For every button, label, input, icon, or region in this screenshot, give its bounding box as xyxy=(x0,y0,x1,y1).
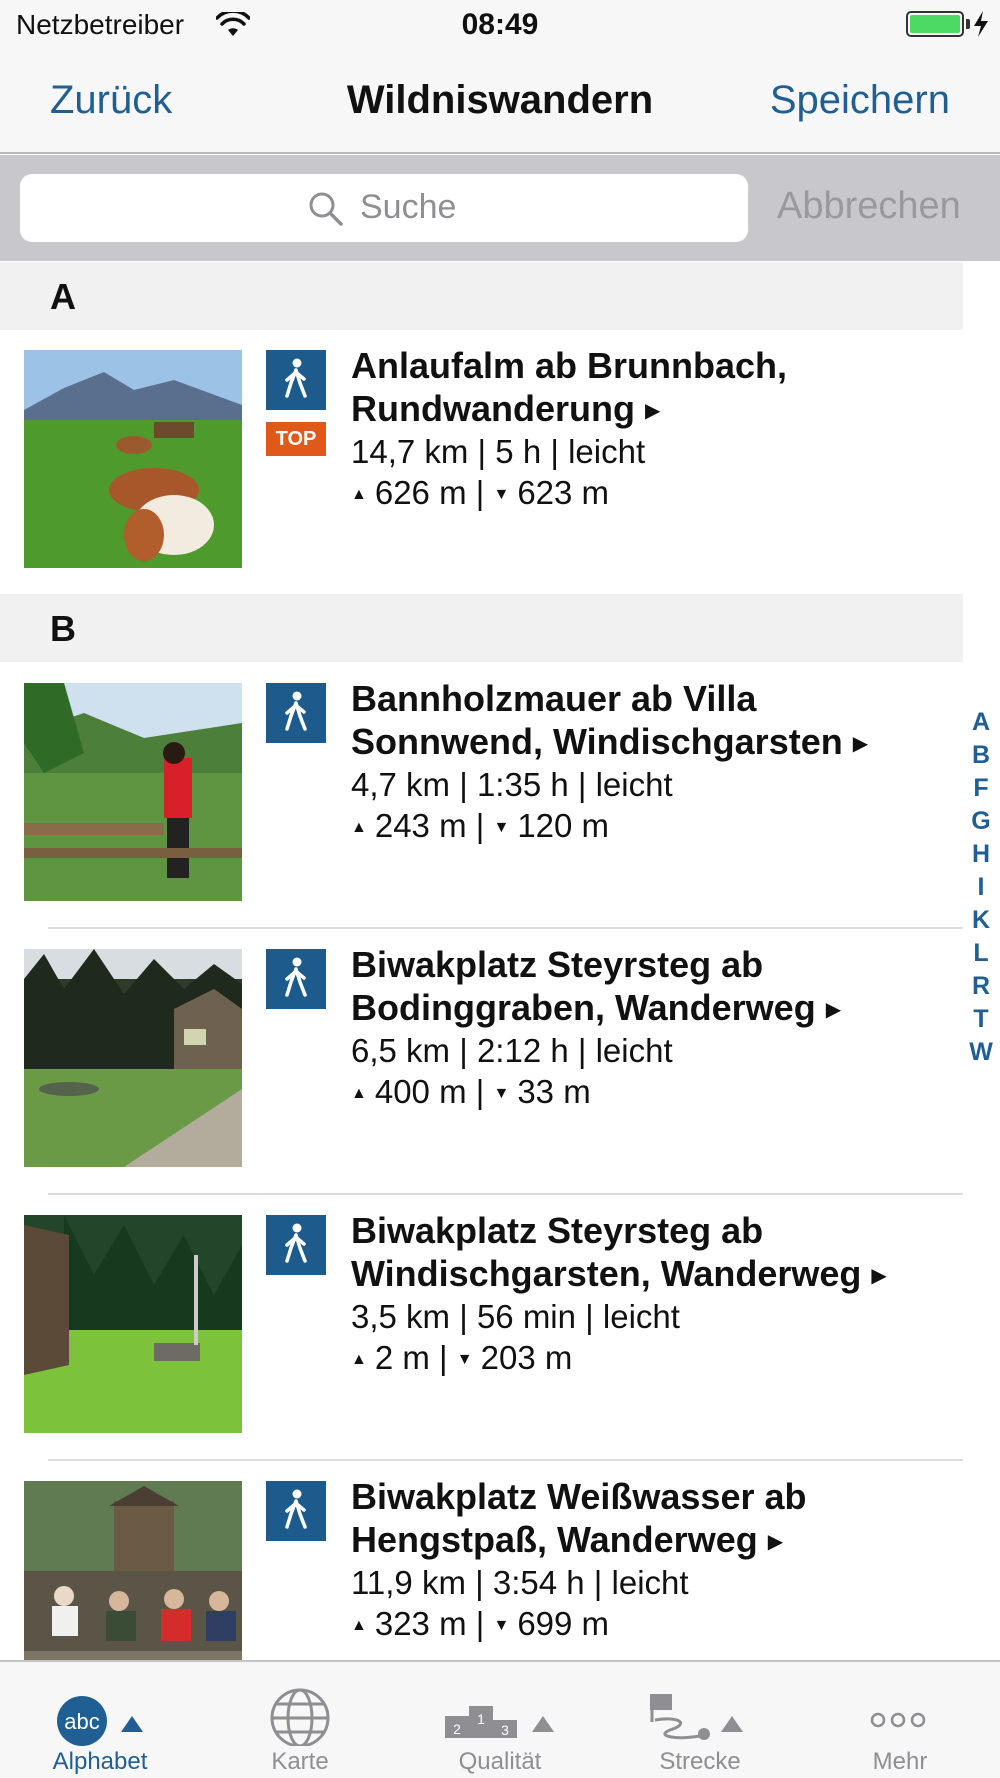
route-photo xyxy=(24,683,242,901)
svg-text:3: 3 xyxy=(501,1722,509,1738)
disclosure-arrow-icon: ▶ xyxy=(644,400,661,422)
disclosure-arrow-icon: ▶ xyxy=(871,1265,887,1287)
item-title: Biwakplatz Weißwasser ab Hengstpaß, Wand… xyxy=(351,1476,807,1560)
search-placeholder: Suche xyxy=(360,188,457,226)
item-stats: 11,9 km | 3:54 h | leicht xyxy=(351,1564,689,1601)
svg-text:2: 2 xyxy=(453,1721,461,1737)
item-stats: 3,5 km | 56 min | leicht xyxy=(351,1298,680,1335)
item-stats: 14,7 km | 5 h | leicht xyxy=(351,433,646,470)
tab-label: Qualität xyxy=(458,1748,542,1775)
podium-icon: 2 1 3 xyxy=(445,1706,554,1738)
item-altitude: ▲ 323 m | ▼ 699 m xyxy=(351,1605,610,1642)
section-letter: B xyxy=(50,608,76,649)
item-title: Biwakplatz Steyrsteg ab Bodinggraben, Wa… xyxy=(351,944,842,1028)
index-letter-r[interactable]: R xyxy=(962,970,1000,1003)
index-letter-h[interactable]: H xyxy=(962,838,1000,871)
tab-label: Alphabet xyxy=(52,1748,148,1775)
svg-text:abc: abc xyxy=(64,1709,99,1734)
tab-bar: abc Alphabet Karte 2 1 3 Qualität Streck… xyxy=(0,1660,1000,1778)
save-button[interactable]: Speichern xyxy=(770,78,950,123)
list-item[interactable]: Biwakplatz Steyrsteg ab Bodinggraben, Wa… xyxy=(0,927,963,1193)
ascent-icon: ▲ xyxy=(351,819,367,836)
item-altitude: ▲ 626 m | ▼ 623 m xyxy=(351,474,610,511)
descent-icon: ▼ xyxy=(493,1617,510,1634)
index-letter-k[interactable]: K xyxy=(962,904,1000,937)
navigation-bar: Zurück Wildniswandern Speichern xyxy=(0,50,1000,154)
index-letter-t[interactable]: T xyxy=(962,1003,1000,1036)
section-index[interactable]: A B F G H I K L R T W xyxy=(962,706,1000,1069)
index-letter-f[interactable]: F xyxy=(962,772,1000,805)
search-icon xyxy=(309,192,343,226)
item-title: Anlaufalm ab Brunnbach, Rundwanderung ▶ xyxy=(351,345,788,429)
tab-label: Karte xyxy=(271,1748,329,1775)
descent-icon: ▼ xyxy=(493,1085,510,1102)
index-letter-i[interactable]: I xyxy=(962,871,1000,904)
clock: 08:49 xyxy=(461,8,539,41)
route-icon xyxy=(650,1694,743,1740)
route-photo xyxy=(24,949,242,1167)
item-altitude: ▲ 2 m | ▼ 203 m xyxy=(351,1339,573,1376)
search-input[interactable]: Suche xyxy=(20,174,748,242)
route-photo xyxy=(24,350,242,568)
route-photo xyxy=(24,1215,242,1433)
index-letter-b[interactable]: B xyxy=(962,739,1000,772)
hiker-icon xyxy=(266,1481,326,1541)
section-header-b: B xyxy=(0,594,963,662)
status-bar: Netzbetreiber 08:49 xyxy=(0,0,1000,50)
descent-icon: ▼ xyxy=(456,1351,473,1368)
hiker-icon xyxy=(266,683,326,743)
top-badge: TOP xyxy=(266,422,326,456)
descent-icon: ▼ xyxy=(493,819,510,836)
ascent-icon: ▲ xyxy=(351,1351,367,1368)
item-altitude: ▲ 400 m | ▼ 33 m xyxy=(351,1073,591,1110)
tab-alphabet[interactable]: abc Alphabet xyxy=(0,1662,200,1778)
battery-tip xyxy=(966,19,970,29)
bolt-icon xyxy=(974,11,988,37)
index-letter-g[interactable]: G xyxy=(962,805,1000,838)
disclosure-arrow-icon: ▶ xyxy=(825,999,842,1021)
section-letter: A xyxy=(50,276,76,317)
hiker-icon xyxy=(266,1215,326,1275)
svg-text:1: 1 xyxy=(477,1711,485,1727)
globe-icon xyxy=(270,1688,330,1746)
item-title: Biwakplatz Steyrsteg ab Windischgarsten,… xyxy=(351,1210,887,1294)
search-bar: Suche Abbrechen xyxy=(0,155,1000,261)
item-title: Bannholzmauer ab Villa Sonnwend, Windisc… xyxy=(351,678,869,762)
tab-qualitaet[interactable]: 2 1 3 Qualität xyxy=(400,1662,600,1778)
battery-icon xyxy=(906,11,964,37)
tab-karte[interactable]: Karte xyxy=(200,1662,400,1778)
index-letter-w[interactable]: W xyxy=(962,1036,1000,1069)
item-stats: 6,5 km | 2:12 h | leicht xyxy=(351,1032,673,1069)
index-letter-a[interactable]: A xyxy=(962,706,1000,739)
descent-icon: ▼ xyxy=(493,486,510,503)
index-letter-l[interactable]: L xyxy=(962,937,1000,970)
abc-sort-icon: abc xyxy=(57,1696,143,1746)
ascent-icon: ▲ xyxy=(351,1617,367,1634)
ascent-icon: ▲ xyxy=(351,486,367,503)
cancel-button[interactable]: Abbrechen xyxy=(777,185,961,228)
ascent-icon: ▲ xyxy=(351,1085,367,1102)
item-stats: 4,7 km | 1:35 h | leicht xyxy=(351,766,673,803)
list-item[interactable]: TOP Anlaufalm ab Brunnbach, Rundwanderun… xyxy=(0,328,963,594)
disclosure-arrow-icon: ▶ xyxy=(767,1531,784,1553)
tab-label: Mehr xyxy=(872,1748,928,1775)
tab-mehr[interactable]: Mehr xyxy=(800,1662,1000,1778)
item-altitude: ▲ 243 m | ▼ 120 m xyxy=(351,807,610,844)
hiker-icon xyxy=(266,350,326,410)
list-item[interactable]: Biwakplatz Steyrsteg ab Windischgarsten,… xyxy=(0,1193,963,1459)
hiker-icon xyxy=(266,949,326,1009)
tab-label: Strecke xyxy=(659,1748,741,1775)
list-item[interactable]: Bannholzmauer ab Villa Sonnwend, Windisc… xyxy=(0,661,963,927)
tab-strecke[interactable]: Strecke xyxy=(600,1662,800,1778)
more-dots-icon xyxy=(870,1712,926,1728)
section-header-a: A xyxy=(0,262,963,330)
disclosure-arrow-icon: ▶ xyxy=(852,733,869,755)
